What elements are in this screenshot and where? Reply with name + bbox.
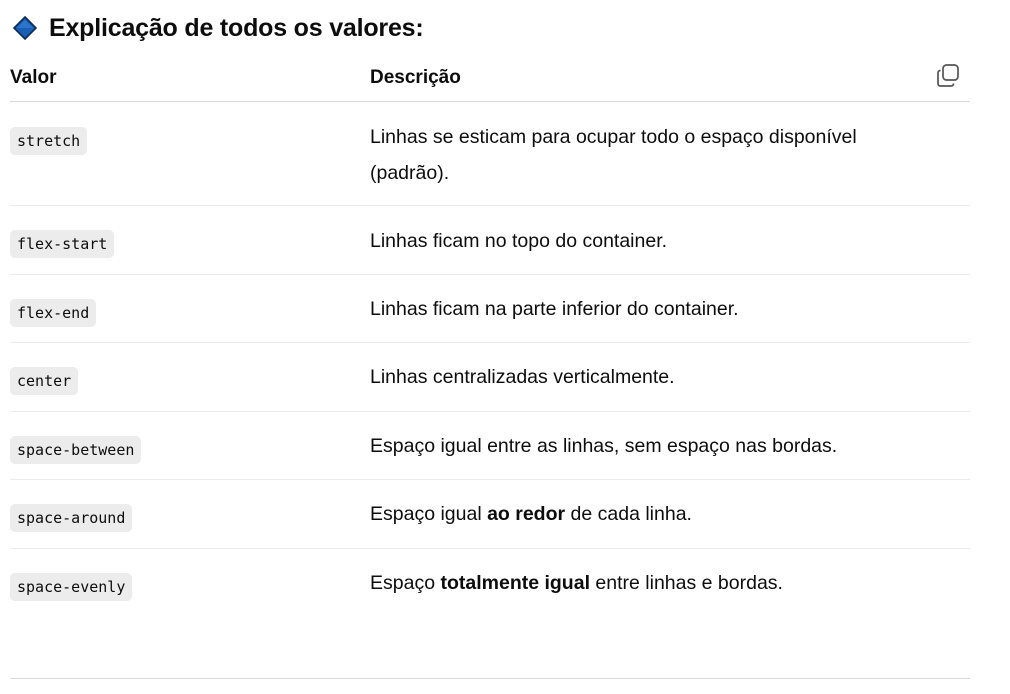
blue-diamond-icon: [12, 15, 38, 41]
copy-button[interactable]: [934, 62, 962, 90]
section-heading: Explicação de todos os valores:: [12, 10, 424, 46]
table-row: stretch Linhas se esticam para ocupar to…: [10, 102, 970, 206]
section-divider: [10, 678, 970, 679]
value-code: space-evenly: [10, 573, 133, 601]
column-header-description: Descrição: [370, 67, 461, 88]
value-code: flex-start: [10, 230, 115, 258]
row-description: Espaço igual ao redor de cada linha.: [370, 503, 692, 525]
table-row: space-evenly Espaço totalmente igual ent…: [10, 549, 970, 617]
table-row: space-around Espaço igual ao redor de ca…: [10, 480, 970, 549]
section-title: Explicação de todos os valores:: [49, 13, 424, 42]
table-row: center Linhas centralizadas verticalment…: [10, 343, 970, 412]
value-code: space-between: [10, 436, 142, 464]
value-code: space-around: [10, 504, 133, 532]
value-code: center: [10, 367, 79, 395]
values-table: Valor Descrição stretch Linhas se estica…: [10, 58, 970, 617]
column-header-value: Valor: [10, 67, 57, 88]
table-row: flex-start Linhas ficam no topo do conta…: [10, 206, 970, 275]
row-description: Linhas se esticam para ocupar todo o esp…: [370, 126, 857, 184]
row-description: Linhas ficam na parte inferior do contai…: [370, 298, 739, 320]
table-header: Valor Descrição: [10, 58, 970, 102]
row-description: Linhas ficam no topo do container.: [370, 230, 668, 252]
value-code: flex-end: [10, 299, 97, 327]
table-row: flex-end Linhas ficam na parte inferior …: [10, 275, 970, 343]
row-description: Espaço totalmente igual entre linhas e b…: [370, 572, 783, 594]
row-description: Linhas centralizadas verticalmente.: [370, 366, 675, 388]
value-code: stretch: [10, 127, 88, 155]
table-row: space-between Espaço igual entre as linh…: [10, 412, 970, 480]
copy-icon: [937, 64, 959, 87]
row-description: Espaço igual entre as linhas, sem espaço…: [370, 435, 838, 457]
